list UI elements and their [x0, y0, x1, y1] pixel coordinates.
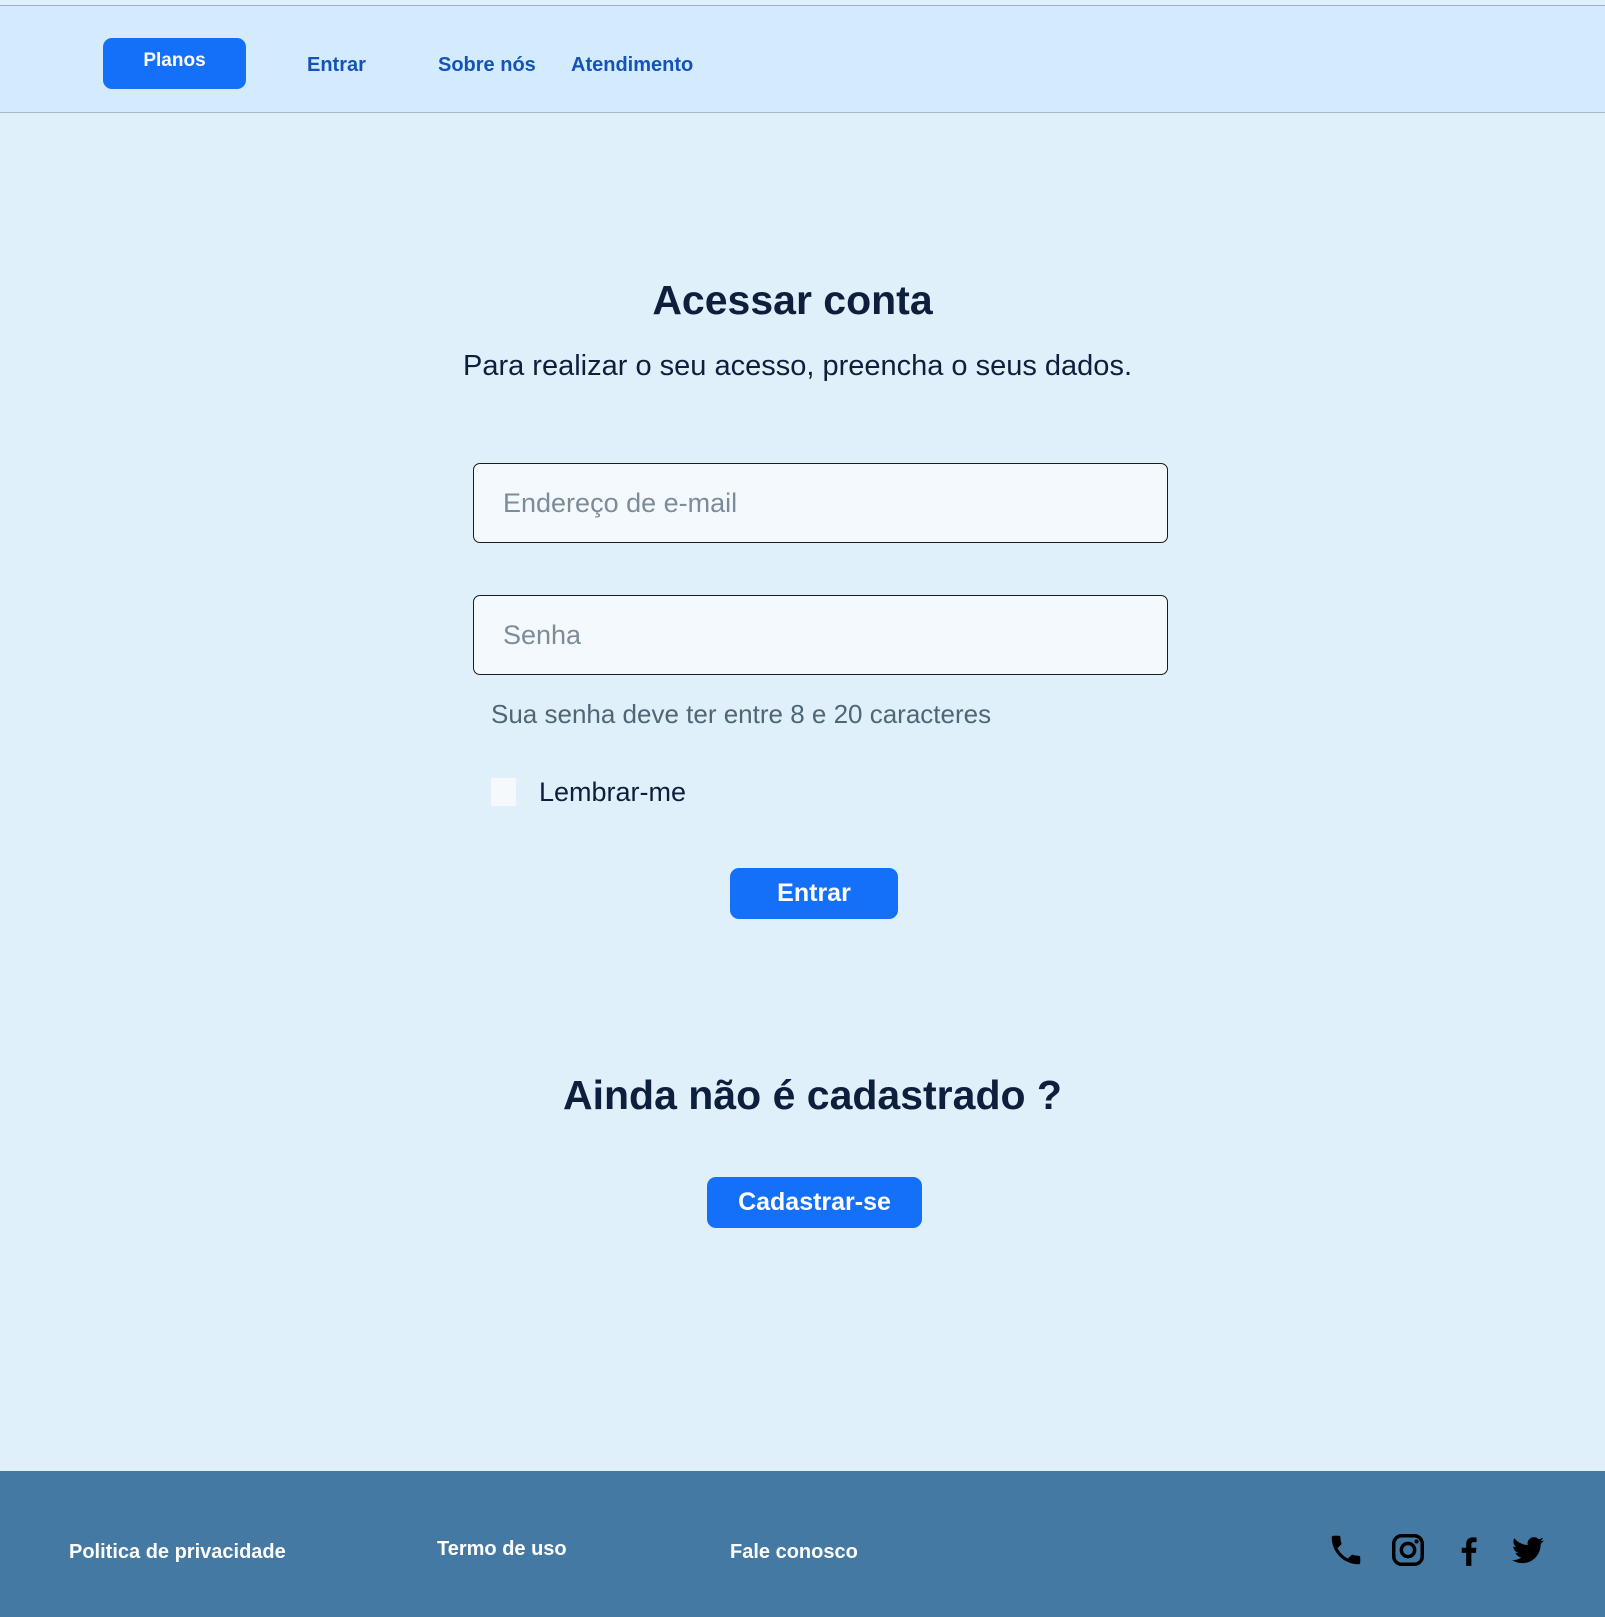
footer-link-contact[interactable]: Fale conosco — [730, 1541, 858, 1564]
password-hint: Sua senha deve ter entre 8 e 20 caracter… — [491, 699, 992, 729]
login-submit-button[interactable]: Entrar — [730, 868, 898, 919]
signup-button[interactable]: Cadastrar-se — [707, 1177, 922, 1228]
footer: Politica de privacidade Termo de uso Fal… — [0, 1471, 1605, 1617]
email-input[interactable] — [473, 463, 1168, 543]
facebook-icon[interactable] — [1450, 1531, 1488, 1569]
nav-link-about[interactable]: Sobre nós — [438, 54, 536, 77]
footer-link-terms[interactable]: Termo de uso — [437, 1538, 567, 1561]
login-title: Acessar conta — [652, 277, 933, 323]
password-input[interactable] — [473, 595, 1168, 675]
remember-checkbox[interactable] — [491, 778, 516, 806]
remember-label[interactable]: Lembrar-me — [539, 777, 686, 808]
phone-icon[interactable] — [1327, 1531, 1365, 1569]
footer-link-privacy[interactable]: Politica de privacidade — [69, 1541, 286, 1564]
navbar: Planos Entrar Sobre nós Atendimento — [0, 6, 1605, 113]
twitter-icon[interactable] — [1509, 1531, 1547, 1569]
login-subtitle: Para realizar o seu acesso, preencha o s… — [462, 350, 1132, 382]
instagram-icon[interactable] — [1389, 1531, 1427, 1569]
plans-button[interactable]: Planos — [103, 38, 246, 89]
signup-title: Ainda não é cadastrado ? — [563, 1072, 1062, 1118]
nav-link-support[interactable]: Atendimento — [571, 54, 693, 77]
nav-link-login[interactable]: Entrar — [307, 54, 366, 77]
